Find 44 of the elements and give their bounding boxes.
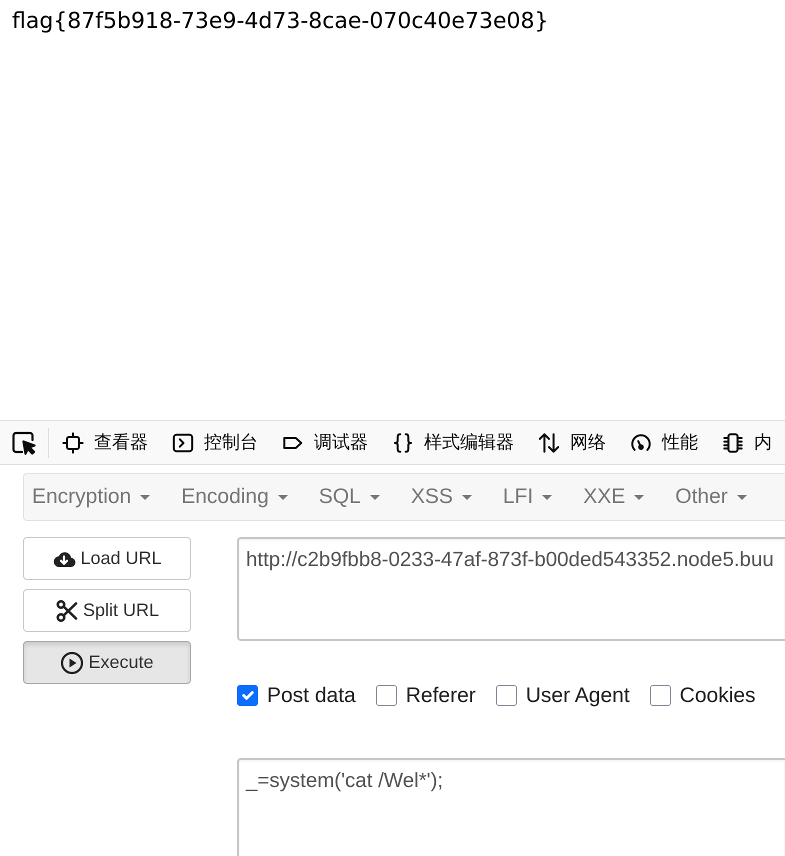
caret-icon	[462, 494, 472, 500]
checkbox-label[interactable]: Cookies	[680, 683, 756, 708]
devtools-tab[interactable]: 查看器	[62, 421, 160, 464]
checkbox[interactable]	[376, 685, 397, 706]
devtools-tab[interactable]: 调试器	[270, 421, 380, 464]
caret-icon	[542, 494, 552, 500]
devtools-tab[interactable]: 控制台	[160, 421, 270, 464]
menu-dropdown[interactable]: Other	[675, 481, 747, 513]
checkbox-label[interactable]: Referer	[406, 683, 476, 708]
checkbox[interactable]	[496, 685, 517, 706]
hackbar-button[interactable]: Execute	[23, 641, 191, 684]
inspector-icon	[62, 432, 84, 454]
caret-icon	[278, 494, 288, 500]
checkbox[interactable]	[237, 685, 258, 706]
up-down-arrows-icon	[538, 432, 560, 454]
play-circle-icon	[60, 650, 84, 674]
devtools-tab[interactable]: 样式编辑器	[380, 421, 526, 464]
gauge-icon	[630, 432, 652, 454]
page-text: flag{87f5b918-73e9-4d73-8cae-070c40e73e08}	[12, 8, 550, 36]
chip-icon	[722, 432, 744, 454]
checkbox-label[interactable]: User Agent	[526, 683, 630, 708]
devtools-tab[interactable]: 网络	[526, 421, 618, 464]
menu-dropdown[interactable]: Encoding	[181, 481, 288, 513]
caret-icon	[370, 494, 380, 500]
element-picker-icon[interactable]	[12, 430, 38, 454]
url-field[interactable]: http://c2b9fbb8-0233-47af-873f-b00ded543352.node5.buu	[237, 537, 785, 641]
menu-dropdown[interactable]: SQL	[318, 481, 380, 513]
hackbar-button[interactable]: Load URL	[23, 537, 191, 580]
post-data-field[interactable]: _=system('cat /Wel*');	[237, 758, 785, 856]
devtools-tab[interactable]: 性能	[618, 421, 710, 464]
caret-icon	[634, 494, 644, 500]
menu-dropdown[interactable]: XXE	[583, 481, 644, 513]
devtools-tab[interactable]: 内	[710, 421, 784, 464]
menu-dropdown[interactable]: XSS	[410, 481, 472, 513]
menu-dropdown[interactable]: Encryption	[32, 481, 150, 513]
checkbox-label[interactable]: Post data	[267, 683, 356, 708]
console-icon	[172, 432, 194, 454]
caret-icon	[736, 494, 747, 500]
braces-icon	[392, 432, 414, 454]
checkbox[interactable]	[650, 685, 671, 706]
menu-dropdown[interactable]: LFI	[502, 481, 552, 513]
caret-icon	[140, 494, 150, 500]
hackbar-button[interactable]: Split URL	[23, 589, 191, 632]
scissors-icon	[54, 598, 79, 622]
